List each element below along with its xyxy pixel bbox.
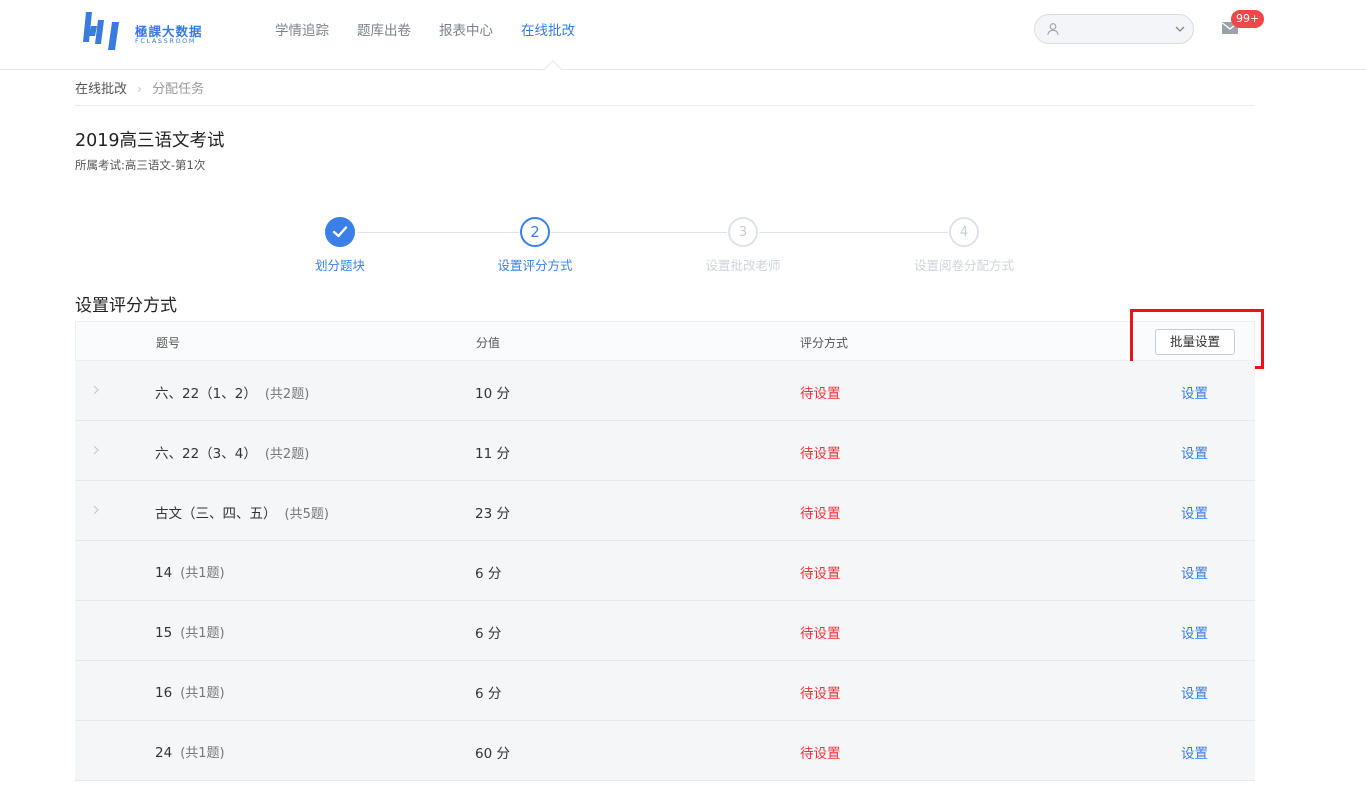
- top-header: 極課大数据 FCLASSROOM 学情追踪 题库出卷 报表中心 在线批改 99+: [0, 0, 1366, 80]
- set-link[interactable]: 设置: [1181, 742, 1208, 762]
- chevron-down-icon: [1175, 26, 1185, 32]
- main-nav: 学情追踪 题库出卷 报表中心 在线批改: [275, 0, 603, 70]
- nav-item-report-center[interactable]: 报表中心: [439, 0, 493, 62]
- score-cell: 6 分: [475, 686, 502, 702]
- nav-item-online-grading[interactable]: 在线批改: [521, 0, 575, 62]
- question-name: 24: [155, 745, 173, 761]
- score-cell: 60 分: [475, 746, 510, 762]
- question-count: (共1题): [180, 746, 225, 761]
- breadcrumb-separator-icon: ›: [137, 82, 142, 96]
- status-cell: 待设置: [800, 446, 841, 462]
- step-2-label: 设置评分方式: [497, 258, 573, 273]
- question-cell: 24 (共1题): [155, 742, 225, 761]
- breadcrumb-current: 分配任务: [152, 82, 205, 97]
- table-row: 古文（三、四、五） (共5题) 23 分 待设置 设置: [75, 481, 1255, 541]
- status-cell: 待设置: [800, 566, 841, 582]
- status-cell: 待设置: [800, 506, 841, 522]
- question-name: 15: [155, 625, 173, 641]
- exam-subtitle: 所属考试:高三语文-第1次: [75, 158, 206, 172]
- page-title: 2019高三语文考试: [75, 131, 225, 151]
- step-4-todo: 4: [949, 217, 979, 247]
- breadcrumb-online-grading[interactable]: 在线批改: [75, 82, 127, 97]
- question-count: (共5题): [284, 507, 329, 522]
- step-1-done: [325, 217, 355, 247]
- nav-item-question-bank[interactable]: 题库出卷: [357, 0, 411, 62]
- unread-badge: 99+: [1231, 10, 1265, 28]
- table-row: 14 (共1题) 6 分 待设置 设置: [75, 541, 1255, 601]
- chevron-right-icon[interactable]: [91, 383, 101, 397]
- step-connector: [759, 232, 948, 233]
- question-cell: 六、22（3、4） (共2题): [155, 442, 309, 462]
- nav-item-learning-tracking[interactable]: 学情追踪: [275, 0, 329, 62]
- score-cell: 11 分: [475, 446, 510, 462]
- status-cell: 待设置: [800, 626, 841, 642]
- table-row: 15 (共1题) 6 分 待设置 设置: [75, 601, 1255, 661]
- set-link[interactable]: 设置: [1181, 502, 1208, 522]
- question-count: (共1题): [180, 686, 225, 701]
- question-name: 古文（三、四、五）: [155, 506, 277, 522]
- status-cell: 待设置: [800, 386, 841, 402]
- question-name: 六、22（1、2）: [155, 386, 257, 402]
- step-progress: 划分题块 2 设置评分方式 3 设置批改老师 4 设置阅卷分配方式: [0, 214, 1366, 274]
- set-link[interactable]: 设置: [1181, 442, 1208, 462]
- table-row: 24 (共1题) 60 分 待设置 设置: [75, 721, 1255, 781]
- question-count: (共2题): [264, 387, 310, 402]
- set-link[interactable]: 设置: [1181, 382, 1208, 402]
- step-3-label: 设置批改老师: [705, 258, 781, 273]
- table-row: 六、22（3、4） (共2题) 11 分 待设置 设置: [75, 421, 1255, 481]
- set-link[interactable]: 设置: [1181, 682, 1208, 702]
- table-row: 16 (共1题) 6 分 待设置 设置: [75, 661, 1255, 721]
- breadcrumb: 在线批改 › 分配任务: [75, 78, 1255, 106]
- step-4-label: 设置阅卷分配方式: [913, 258, 1015, 273]
- logo-mark-icon: [83, 12, 119, 50]
- set-link[interactable]: 设置: [1181, 562, 1208, 582]
- question-cell: 古文（三、四、五） (共5题): [155, 502, 329, 522]
- score-cell: 6 分: [475, 626, 502, 642]
- question-name: 六、22（3、4）: [155, 446, 257, 462]
- user-select[interactable]: [1034, 14, 1194, 44]
- score-cell: 10 分: [475, 386, 510, 402]
- step-connector: [357, 232, 519, 233]
- score-cell: 6 分: [475, 566, 502, 582]
- step-2-current: 2: [520, 217, 550, 247]
- step-1-label: 划分题块: [314, 258, 366, 273]
- step-connector: [551, 232, 727, 233]
- question-count: (共2题): [264, 447, 310, 462]
- chevron-right-icon[interactable]: [91, 443, 101, 457]
- chevron-right-icon[interactable]: [91, 503, 101, 517]
- table-body: 六、22（1、2） (共2题) 10 分 待设置 设置 六、22（3、4） (共2题…: [75, 361, 1255, 781]
- question-count: (共1题): [180, 566, 225, 581]
- question-count: (共1题): [180, 626, 225, 641]
- header-method: 评分方式: [800, 336, 849, 350]
- table-header: 题号 分值 评分方式 批量设置: [75, 309, 1264, 369]
- question-name: 14: [155, 565, 173, 581]
- check-icon: [332, 226, 348, 238]
- question-cell: 15 (共1题): [155, 622, 225, 641]
- scoring-table: 题号 分值 评分方式 批量设置 六、22（1、2） (共2题) 10 分 待设置 …: [75, 309, 1264, 781]
- section-title: 设置评分方式: [75, 296, 177, 316]
- step-3-todo: 3: [728, 217, 758, 247]
- question-cell: 16 (共1题): [155, 682, 225, 701]
- batch-set-button[interactable]: 批量设置: [1155, 329, 1235, 355]
- logo-subtitle: FCLASSROOM: [135, 37, 197, 45]
- status-cell: 待设置: [800, 746, 841, 762]
- header-question: 题号: [156, 336, 181, 350]
- brand-logo[interactable]: 極課大数据 FCLASSROOM: [82, 10, 212, 52]
- table-row: 六、22（1、2） (共2题) 10 分 待设置 设置: [75, 361, 1255, 421]
- question-cell: 14 (共1题): [155, 562, 225, 581]
- score-cell: 23 分: [475, 506, 510, 522]
- status-cell: 待设置: [800, 686, 841, 702]
- set-link[interactable]: 设置: [1181, 622, 1208, 642]
- question-name: 16: [155, 685, 173, 701]
- header-score: 分值: [476, 336, 501, 350]
- question-cell: 六、22（1、2） (共2题): [155, 382, 309, 402]
- user-icon: [1047, 23, 1059, 36]
